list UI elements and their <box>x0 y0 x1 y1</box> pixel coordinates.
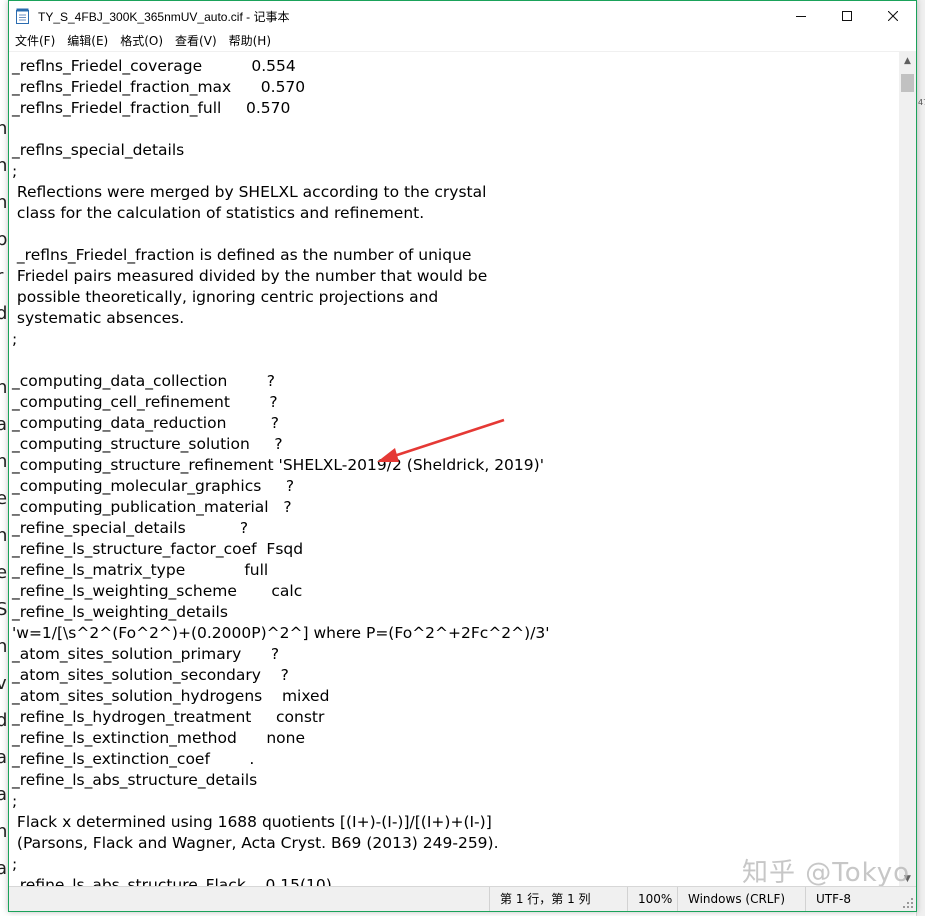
maximize-button[interactable] <box>824 1 870 31</box>
status-zoom: 100% <box>627 887 677 911</box>
text-line: _atom_sites_solution_secondary ? <box>12 666 289 684</box>
menu-edit[interactable]: 编辑(E) <box>61 31 114 51</box>
vertical-scrollbar[interactable]: ▲ ▼ <box>899 52 916 887</box>
status-line-ending: Windows (CRLF) <box>677 887 805 911</box>
background-fragment: r <box>0 266 3 287</box>
background-fragment: e <box>0 562 8 583</box>
background-fragment: a <box>0 414 8 435</box>
background-fragment: S <box>0 599 8 620</box>
notepad-icon <box>16 8 30 24</box>
text-line: class for the calculation of statistics … <box>12 204 425 222</box>
text-line: _refine_ls_matrix_type full <box>12 561 269 579</box>
minimize-button[interactable] <box>778 1 824 31</box>
background-fragment: n <box>0 192 8 213</box>
background-fragment: p <box>0 229 8 250</box>
background-fragment: n <box>0 155 8 176</box>
text-line: _computing_publication_material ? <box>12 498 292 516</box>
background-fragment: d <box>0 710 8 731</box>
text-line: (Parsons, Flack and Wagner, Acta Cryst. … <box>12 834 499 852</box>
text-line: ; <box>12 162 18 180</box>
background-fragment: h <box>0 377 8 398</box>
text-line: _refine_ls_structure_factor_coef Fsqd <box>12 540 304 558</box>
text-line: _computing_data_reduction ? <box>12 414 279 432</box>
menu-view[interactable]: 查看(V) <box>169 31 223 51</box>
close-button[interactable] <box>870 1 916 31</box>
text-line: Friedel pairs measured divided by the nu… <box>12 267 488 285</box>
background-fragment: a <box>0 784 8 805</box>
text-editor[interactable]: _reflns_Friedel_coverage 0.554 _reflns_Fr… <box>9 52 916 887</box>
text-line: _atom_sites_solution_primary ? <box>12 645 280 663</box>
menu-help[interactable]: 帮助(H) <box>223 31 277 51</box>
text-line: systematic absences. <box>12 309 185 327</box>
red-arrow-annotation <box>377 418 505 462</box>
text-area[interactable]: _reflns_Friedel_coverage 0.554 _reflns_Fr… <box>9 52 899 887</box>
status-position: 第 1 行，第 1 列 <box>489 887 627 911</box>
text-line: _refine_special_details ? <box>12 519 249 537</box>
text-line: ; <box>12 792 18 810</box>
background-fragment: n <box>0 821 8 842</box>
background-fragment: v <box>0 673 7 694</box>
background-fragment: h <box>0 118 8 139</box>
window-title: TY_S_4FBJ_300K_365nmUV_auto.cif - 记事本 <box>38 9 290 24</box>
background-fragment: 47 <box>918 98 925 107</box>
background-fragment: h <box>0 525 8 546</box>
text-line: _refine_ls_weighting_scheme calc <box>12 582 303 600</box>
text-line: _computing_cell_refinement ? <box>12 393 278 411</box>
menu-format[interactable]: 格式(O) <box>114 31 169 51</box>
menu-file[interactable]: 文件(F) <box>9 31 61 51</box>
text-line: _computing_molecular_graphics ? <box>12 477 295 495</box>
background-fragment: d <box>0 303 8 324</box>
text-line: _reflns_Friedel_fraction_max 0.570 <box>12 78 306 96</box>
close-icon <box>888 11 898 21</box>
notepad-window: TY_S_4FBJ_300K_365nmUV_auto.cif - 记事本 文件… <box>8 0 917 912</box>
background-fragment: a <box>0 858 8 879</box>
background-fragment: l <box>0 340 1 361</box>
minimize-icon <box>796 16 806 17</box>
text-line: _reflns_Friedel_fraction_full 0.570 <box>12 99 291 117</box>
text-line: _refine_ls_abs_structure_details <box>12 771 258 789</box>
background-fragment: h <box>0 451 8 472</box>
text-line: _reflns_Friedel_fraction is defined as t… <box>12 246 472 264</box>
status-bar: 第 1 行，第 1 列 100% Windows (CRLF) UTF-8 <box>9 886 916 911</box>
resize-grip-icon[interactable] <box>902 897 914 909</box>
scroll-thumb[interactable] <box>901 74 914 92</box>
text-line: _refine_ls_extinction_method none <box>12 729 306 747</box>
text-line: ; <box>12 855 18 873</box>
text-line: possible theoretically, ignoring centric… <box>12 288 439 306</box>
scroll-up-icon[interactable]: ▲ <box>899 52 916 69</box>
menu-bar: 文件(F) 编辑(E) 格式(O) 查看(V) 帮助(H) <box>9 31 916 52</box>
background-fragment: a <box>0 747 8 768</box>
background-window-right: 47 <box>916 0 925 916</box>
text-line: 'w=1/[\s^2^(Fo^2^)+(0.2000P)^2^] where P… <box>12 624 550 642</box>
text-line: _refine_ls_extinction_coef . <box>12 750 255 768</box>
text-line: _refine_ls_weighting_details <box>12 603 228 621</box>
background-fragment: e <box>0 488 8 509</box>
maximize-icon <box>842 11 852 21</box>
text-line: _refine_ls_hydrogen_treatment constr <box>12 708 325 726</box>
text-line: _reflns_special_details <box>12 141 185 159</box>
text-line: Flack x determined using 1688 quotients … <box>12 813 492 831</box>
status-encoding: UTF-8 <box>805 887 900 911</box>
text-line: Reflections were merged by SHELXL accord… <box>12 183 487 201</box>
background-fragment: h <box>0 636 8 657</box>
text-line: _atom_sites_solution_hydrogens mixed <box>12 687 330 705</box>
title-bar[interactable]: TY_S_4FBJ_300K_365nmUV_auto.cif - 记事本 <box>9 1 916 31</box>
watermark-text: 知乎 @Tokyo <box>742 858 911 887</box>
text-line: _reflns_Friedel_coverage 0.554 <box>12 57 296 75</box>
text-line: _computing_data_collection ? <box>12 372 275 390</box>
text-line: _computing_structure_solution ? <box>12 435 283 453</box>
text-line: ; <box>12 330 18 348</box>
